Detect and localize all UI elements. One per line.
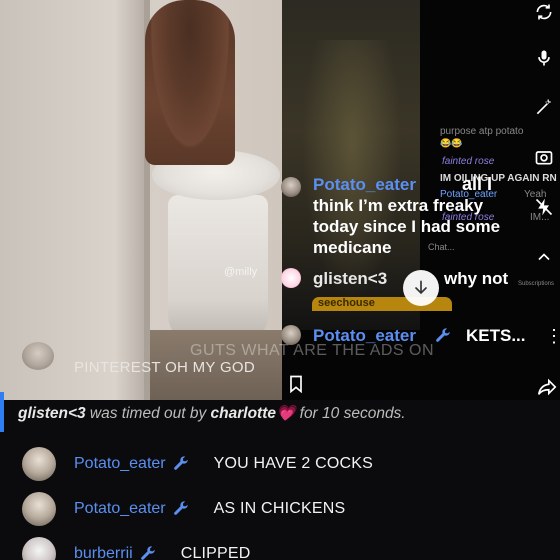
timeout-accent-bar bbox=[0, 392, 4, 432]
avatar bbox=[281, 177, 301, 197]
bookmark-icon[interactable] bbox=[286, 374, 306, 394]
emoji-text: 😂😂 bbox=[440, 138, 463, 148]
chat-username[interactable]: Potato_eater bbox=[74, 455, 166, 473]
chat-message[interactable]: Potato_eater YOU HAVE 2 COCKS bbox=[22, 446, 373, 482]
chat-username[interactable]: Potato_eater bbox=[74, 500, 166, 518]
wrench-icon bbox=[436, 328, 450, 342]
share-icon[interactable] bbox=[536, 376, 558, 398]
video-caption-faint: GUTS WHAT ARE THE ADS ON bbox=[190, 342, 435, 359]
overlay-chat-text-1c: medicane bbox=[313, 238, 392, 257]
mini-video-glow bbox=[302, 40, 402, 300]
chat-text: AS IN CHICKENS bbox=[213, 500, 346, 517]
overlay-faintedrose: fainted rose bbox=[442, 156, 495, 167]
chevron-up-icon[interactable] bbox=[532, 245, 556, 269]
timeout-user: glisten<3 bbox=[18, 405, 86, 422]
timeout-tail-text: for 10 seconds. bbox=[295, 405, 406, 422]
overlay-username: glisten<3 bbox=[313, 269, 388, 288]
camera-icon[interactable] bbox=[532, 145, 556, 169]
more-options-button[interactable]: ⋮ bbox=[545, 325, 560, 347]
main-video-feed: @milly bbox=[0, 0, 282, 400]
wrench-icon bbox=[140, 546, 155, 560]
heart-icon: 💗 bbox=[276, 405, 296, 422]
mic-icon[interactable] bbox=[532, 46, 556, 70]
overlay-chat-label: Chat... bbox=[428, 242, 455, 252]
avatar[interactable] bbox=[22, 447, 56, 481]
video-watermark: @milly bbox=[224, 266, 258, 278]
overlay-chat-text-3: KETS... bbox=[466, 326, 526, 345]
overlay-all-text: all I bbox=[462, 174, 493, 194]
wrench-icon bbox=[173, 501, 188, 515]
video-caption: PINTEREST OH MY GOD bbox=[74, 359, 256, 376]
timeout-mid-text: was timed out by bbox=[85, 405, 211, 422]
overlay-chat-text-1b: today since I had some bbox=[313, 217, 501, 236]
overlay-chat-line-2: glisten<3 bbox=[313, 269, 387, 289]
door-scene bbox=[0, 0, 150, 400]
chat-message[interactable]: burberrii CLIPPED bbox=[22, 536, 251, 560]
chat-username[interactable]: burberrii bbox=[74, 545, 133, 560]
avatar bbox=[281, 268, 301, 288]
avatar bbox=[22, 342, 54, 370]
arrow-down-icon bbox=[415, 280, 427, 295]
overlay-chat-text-2: why not bbox=[444, 269, 509, 288]
magic-wand-icon[interactable] bbox=[532, 95, 556, 119]
overlay-subscriptions: Subscriptions bbox=[518, 281, 555, 287]
overlay-oiling: IM OILING UP AGAIN RN bbox=[440, 173, 557, 184]
rotate-icon[interactable] bbox=[532, 0, 556, 24]
chat-text: CLIPPED bbox=[180, 545, 251, 560]
overlay-chat-line-1: Potato_eater bbox=[313, 175, 416, 195]
timeout-moderator: charlotte bbox=[210, 405, 277, 422]
timeout-notice: glisten<3 was timed out by charlotte💗 fo… bbox=[18, 404, 406, 423]
chat-message[interactable]: Potato_eater AS IN CHICKENS bbox=[22, 491, 345, 527]
chat-text: YOU HAVE 2 COCKS bbox=[213, 455, 374, 472]
overlay-tiny-text: purpose atp potato bbox=[440, 126, 524, 137]
avatar[interactable] bbox=[22, 492, 56, 526]
child-scene bbox=[145, 0, 235, 165]
overlay-chat-text-1a: think I’m extra freaky bbox=[313, 196, 484, 215]
flash-off-icon[interactable] bbox=[532, 195, 556, 219]
scroll-down-button[interactable] bbox=[403, 270, 439, 306]
avatar[interactable] bbox=[22, 537, 56, 560]
wrench-icon bbox=[173, 456, 188, 470]
overlay-username: Potato_eater bbox=[313, 175, 416, 194]
